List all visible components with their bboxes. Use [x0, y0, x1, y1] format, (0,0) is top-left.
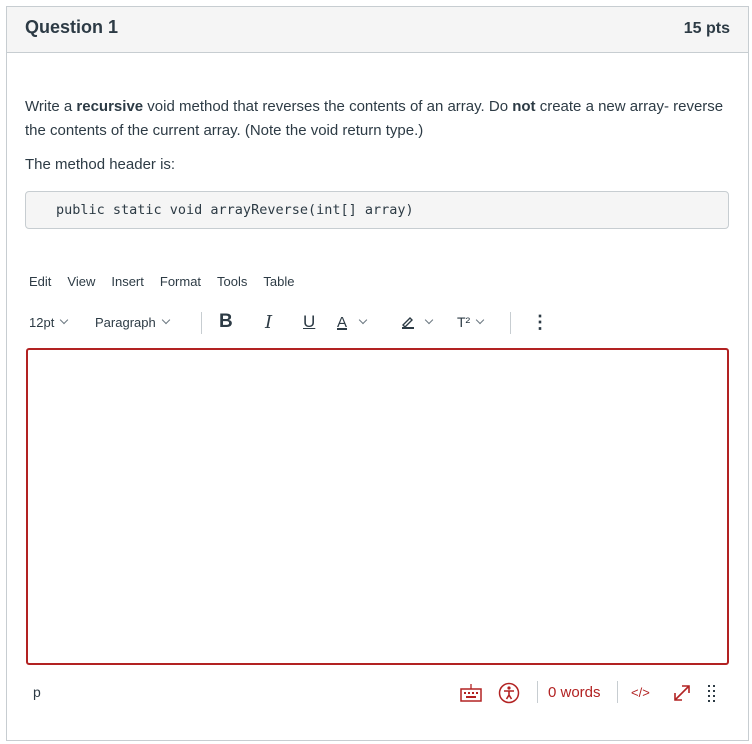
resize-handle-icon[interactable]	[707, 681, 717, 705]
rich-text-editor-area[interactable]	[26, 348, 729, 665]
method-header-label: The method header is:	[25, 156, 176, 173]
fullscreen-icon[interactable]	[671, 681, 693, 705]
highlight-color-button[interactable]	[399, 309, 434, 335]
accessibility-checker-icon[interactable]	[498, 681, 520, 705]
menu-insert[interactable]: Insert	[111, 274, 144, 292]
block-format-dropdown[interactable]: Paragraph	[95, 309, 170, 335]
expand-icon	[674, 685, 690, 701]
chevron-down-icon	[424, 315, 434, 325]
prompt-bold-recursive: recursive	[76, 98, 144, 115]
menu-tools[interactable]: Tools	[217, 274, 247, 292]
statusbar-divider	[617, 681, 618, 703]
question-prompt: Write a recursive void method that rever…	[25, 95, 725, 143]
keyboard-shortcuts-icon[interactable]	[459, 681, 483, 705]
editor-toolbar: 12pt Paragraph B I U A T² ⋮	[29, 309, 629, 335]
keyboard-icon	[460, 684, 482, 702]
superscript-button[interactable]: T²	[457, 309, 485, 335]
question-title: Question 1	[25, 17, 119, 37]
bold-button[interactable]: B	[219, 309, 233, 335]
html-editor-toggle[interactable]: </>	[631, 685, 650, 700]
menu-view[interactable]: View	[67, 274, 95, 292]
toolbar-divider	[201, 312, 202, 334]
block-format-value: Paragraph	[95, 314, 156, 330]
question-card: Question 1 15 pts Write a recursive void…	[6, 6, 749, 741]
prompt-text-1: Write a	[25, 98, 77, 115]
statusbar-divider	[537, 681, 538, 703]
superscript-icon: T²	[457, 314, 471, 330]
toolbar-divider	[510, 312, 511, 334]
font-size-value: 12pt	[29, 314, 55, 330]
question-header: Question 1 15 pts	[7, 7, 748, 53]
underline-button[interactable]: U	[303, 309, 315, 335]
code-text: public static void arrayReverse(int[] ar…	[56, 202, 414, 218]
text-color-button[interactable]: A	[337, 309, 368, 335]
highlighter-icon	[402, 317, 414, 329]
chevron-down-icon	[60, 315, 69, 325]
more-options-button[interactable]: ⋮	[531, 309, 549, 335]
editor-menubar: Edit View Insert Format Tools Table	[29, 274, 310, 292]
accessibility-icon	[498, 682, 520, 704]
editor-statusbar: p 0 words </>	[7, 679, 748, 709]
chevron-down-icon	[161, 315, 170, 325]
chevron-down-icon	[475, 315, 485, 325]
drag-handle-icon	[708, 685, 715, 702]
code-block: public static void arrayReverse(int[] ar…	[25, 191, 729, 229]
element-path[interactable]: p	[33, 684, 41, 700]
prompt-bold-not: not	[512, 98, 536, 115]
font-size-dropdown[interactable]: 12pt	[29, 309, 69, 335]
text-color-icon: A	[337, 313, 348, 331]
question-points: 15 pts	[683, 20, 730, 37]
menu-table[interactable]: Table	[263, 274, 294, 292]
menu-edit[interactable]: Edit	[29, 274, 51, 292]
italic-button[interactable]: I	[265, 309, 272, 335]
prompt-text-2: void method that reverses the contents o…	[143, 98, 513, 115]
chevron-down-icon	[358, 315, 368, 325]
word-count[interactable]: 0 words	[548, 684, 601, 701]
menu-format[interactable]: Format	[160, 274, 201, 292]
